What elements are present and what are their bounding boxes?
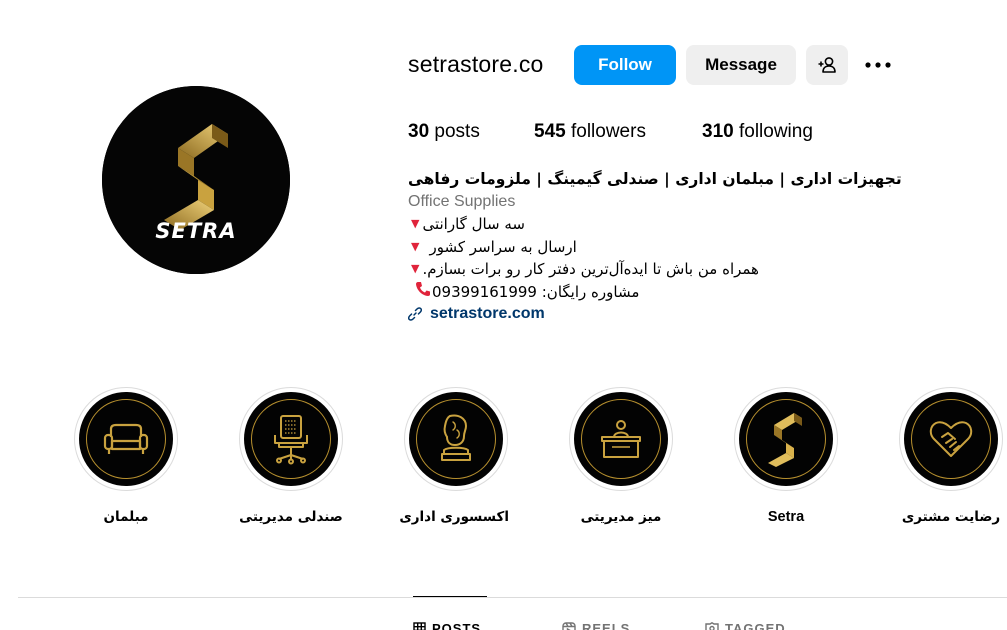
red-triangle-icon: ▼ bbox=[411, 239, 420, 253]
office-chair-icon bbox=[274, 415, 308, 465]
highlight-cover bbox=[244, 392, 338, 486]
highlight-item[interactable]: میز مدیریتی bbox=[568, 387, 674, 525]
active-tab-indicator bbox=[413, 596, 487, 597]
highlight-ring bbox=[899, 387, 1003, 491]
followers-count: 545 bbox=[534, 121, 566, 142]
highlight-item[interactable]: Setra bbox=[733, 387, 839, 525]
bust-statue-icon bbox=[441, 414, 471, 461]
highlight-cover bbox=[79, 392, 173, 486]
bio-line-warranty: سه سال گارانتی ▼ bbox=[408, 213, 525, 236]
bio-line-shipping: ارسال به سراسر کشور ▼ bbox=[408, 236, 577, 259]
tab-reels[interactable]: REELS bbox=[562, 621, 630, 630]
phone-icon bbox=[414, 280, 432, 305]
followers-stat[interactable]: 545 followers bbox=[534, 121, 646, 143]
highlight-item[interactable]: مبلمان bbox=[73, 387, 179, 525]
follow-button[interactable]: Follow bbox=[574, 45, 676, 85]
following-count: 310 bbox=[702, 121, 734, 142]
highlight-item[interactable]: اکسسوری اداری bbox=[399, 387, 509, 525]
red-triangle-icon: ▼ bbox=[411, 262, 420, 275]
profile-username: setrastore.co bbox=[408, 51, 544, 77]
highlight-ring bbox=[404, 387, 508, 491]
highlight-cover bbox=[904, 392, 998, 486]
profile-avatar[interactable]: SETRA bbox=[102, 86, 290, 274]
grid-icon bbox=[413, 622, 426, 630]
bio-website-text: setrastore.com bbox=[430, 305, 545, 322]
following-stat[interactable]: 310 following bbox=[702, 121, 813, 143]
link-icon bbox=[408, 307, 422, 321]
highlight-ring bbox=[74, 387, 178, 491]
reels-icon bbox=[562, 621, 576, 630]
highlight-label: Setra bbox=[767, 509, 805, 525]
bio-category: Office Supplies bbox=[408, 192, 516, 210]
posts-label: posts bbox=[434, 121, 480, 142]
bio-line-consult: مشاوره رایگان: 09399161999 bbox=[408, 281, 639, 304]
setra-logo-icon bbox=[768, 413, 802, 467]
suggest-user-button[interactable] bbox=[806, 45, 848, 85]
bio-line-shipping-text: ارسال به سراسر کشور bbox=[429, 237, 577, 256]
highlight-ring bbox=[239, 387, 343, 491]
following-label: following bbox=[738, 121, 813, 142]
highlight-label: میز مدیریتی bbox=[580, 509, 662, 525]
bio-website-link[interactable]: setrastore.com bbox=[408, 303, 878, 326]
highlight-ring bbox=[734, 387, 838, 491]
tagged-icon bbox=[705, 621, 719, 630]
highlight-item[interactable]: رضایت مشتری bbox=[898, 387, 1004, 525]
highlight-label: مبلمان bbox=[103, 509, 149, 525]
highlight-ring bbox=[569, 387, 673, 491]
highlight-label: صندلی مدیریتی bbox=[239, 509, 343, 525]
profile-page: SETRA setrastore.co Follow Message 30 po… bbox=[0, 0, 1007, 630]
tab-posts-label: POSTS bbox=[432, 621, 482, 630]
sofa-icon bbox=[103, 423, 149, 454]
bio-line-office-text: همراه من باش تا ایده‌آل‌ترین دفتر کار رو… bbox=[422, 260, 759, 278]
bio-line-warranty-text: سه سال گارانتی bbox=[422, 215, 525, 233]
handshake-heart-icon bbox=[929, 421, 973, 457]
posts-count: 30 bbox=[408, 121, 430, 142]
bio-title: تجهیزات اداری | مبلمان اداری | صندلی گیم… bbox=[408, 170, 902, 188]
bio-line-consult-text: مشاوره رایگان: 09399161999 bbox=[432, 282, 640, 301]
setra-logo-icon: SETRA bbox=[102, 86, 290, 274]
bio-line-office: همراه من باش تا ایده‌آل‌ترین دفتر کار رو… bbox=[408, 258, 759, 281]
highlight-cover bbox=[739, 392, 833, 486]
tab-posts[interactable]: POSTS bbox=[413, 621, 481, 630]
highlight-label: رضایت مشتری bbox=[901, 509, 1001, 525]
highlight-cover bbox=[409, 392, 503, 486]
profile-bio: تجهیزات اداری | مبلمان اداری | صندلی گیم… bbox=[408, 168, 902, 326]
tabs-divider bbox=[18, 597, 1007, 598]
avatar-logo-text: SETRA bbox=[155, 219, 236, 243]
tab-tagged-label: TAGGED bbox=[725, 621, 786, 630]
desk-icon bbox=[601, 420, 641, 458]
more-dots-icon bbox=[865, 62, 891, 68]
tab-reels-label: REELS bbox=[582, 621, 631, 630]
highlight-item[interactable]: صندلی مدیریتی bbox=[238, 387, 344, 525]
tab-tagged[interactable]: TAGGED bbox=[705, 621, 786, 630]
add-user-icon bbox=[818, 57, 836, 73]
more-options-button[interactable] bbox=[860, 50, 896, 80]
highlight-cover bbox=[574, 392, 668, 486]
highlight-label: اکسسوری اداری bbox=[399, 509, 509, 525]
posts-stat: 30 posts bbox=[408, 121, 480, 143]
message-button[interactable]: Message bbox=[686, 45, 796, 85]
red-triangle-icon: ▼ bbox=[411, 217, 420, 230]
followers-label: followers bbox=[570, 121, 646, 142]
